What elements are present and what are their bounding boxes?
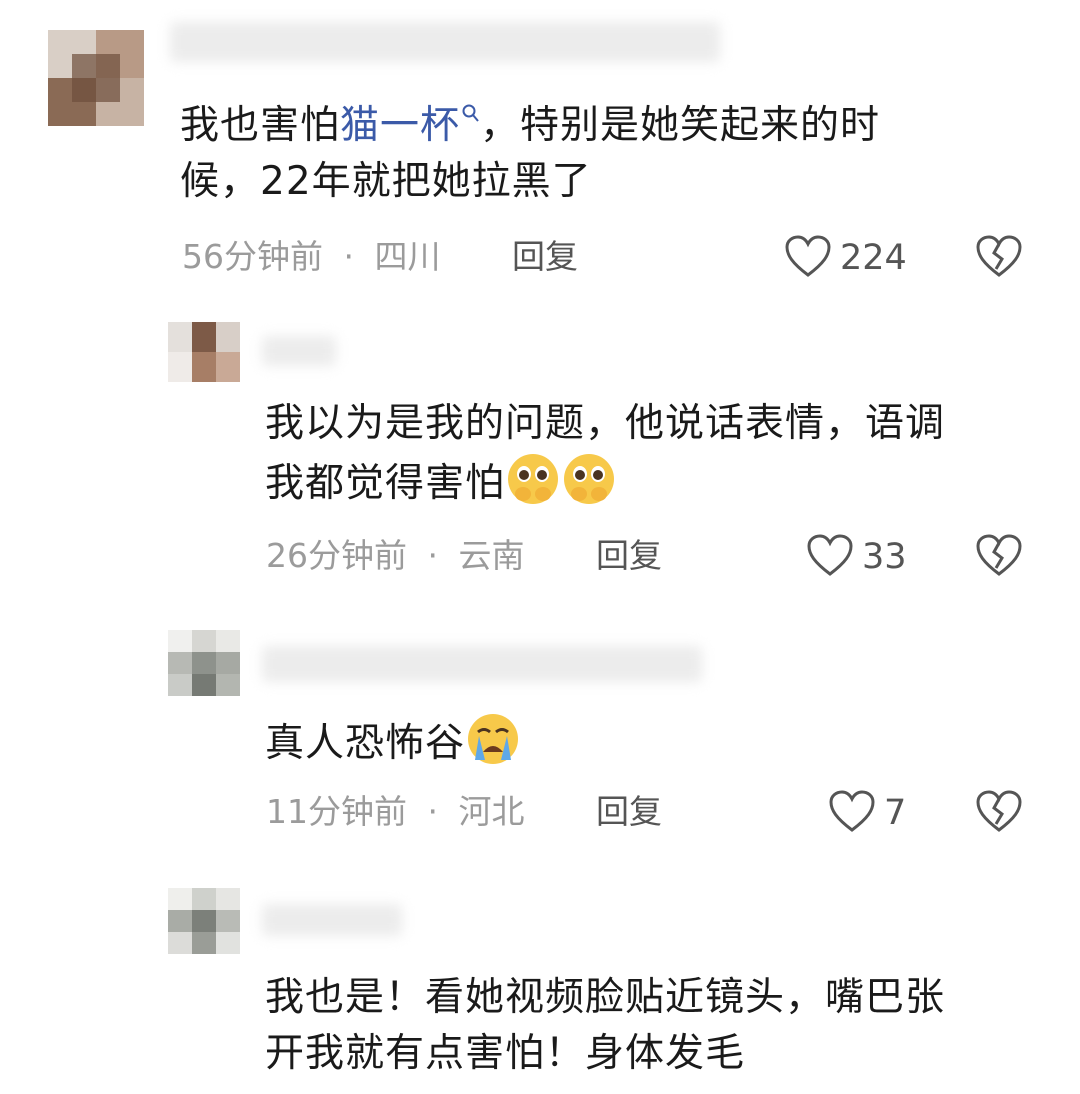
username-blurred [262,904,402,936]
comment-meta: 56分钟前 · 四川 [182,237,441,277]
reply-button[interactable]: 回复 [596,792,662,832]
like-count: 224 [840,238,907,278]
avatar[interactable] [168,888,240,954]
comment-meta: 26分钟前 · 云南 [266,536,525,576]
separator: · [427,536,439,575]
pleading-face-icon [564,454,615,504]
mention-link[interactable]: 猫一杯 [340,103,480,148]
dislike-broken-heart-icon[interactable] [975,534,1023,578]
pleading-face-icon [508,454,559,504]
timestamp: 56分钟前 [182,237,323,276]
comment-text: 真人恐怖谷 [265,712,1055,772]
heart-icon[interactable] [784,235,832,279]
comment-text: 我也是！看她视频脸贴近镜头，嘴巴张 开我就有点害怕！身体发毛 [265,975,946,1076]
timestamp: 26分钟前 [266,536,407,575]
like-count: 33 [862,537,907,577]
separator: · [343,237,355,276]
comment-meta: 11分钟前 · 河北 [266,792,525,832]
timestamp: 11分钟前 [266,792,407,831]
separator: · [427,792,439,831]
reply-button[interactable]: 回复 [512,237,578,277]
dislike-broken-heart-icon[interactable] [975,235,1023,279]
username-blurred [262,336,336,366]
location: 河北 [458,792,525,831]
avatar[interactable] [48,30,144,126]
username-blurred [170,22,720,62]
dislike-broken-heart-icon[interactable] [975,790,1023,834]
heart-icon[interactable] [806,534,854,578]
crying-face-icon [468,714,519,764]
location: 四川 [374,237,441,276]
reply-button[interactable]: 回复 [596,536,662,576]
avatar[interactable] [168,322,240,382]
username-blurred [262,646,702,682]
search-icon [462,104,479,122]
comment-text: 我以为是我的问题，他说话表情，语调 我都觉得害怕 [265,401,946,506]
like-count: 7 [884,793,907,833]
comment-text: 我也害怕猫一杯 ，特别是她笑起来的时 候，22年就把她拉黑了 [180,103,881,204]
avatar[interactable] [168,630,240,696]
location: 云南 [458,536,525,575]
heart-icon[interactable] [828,790,876,834]
